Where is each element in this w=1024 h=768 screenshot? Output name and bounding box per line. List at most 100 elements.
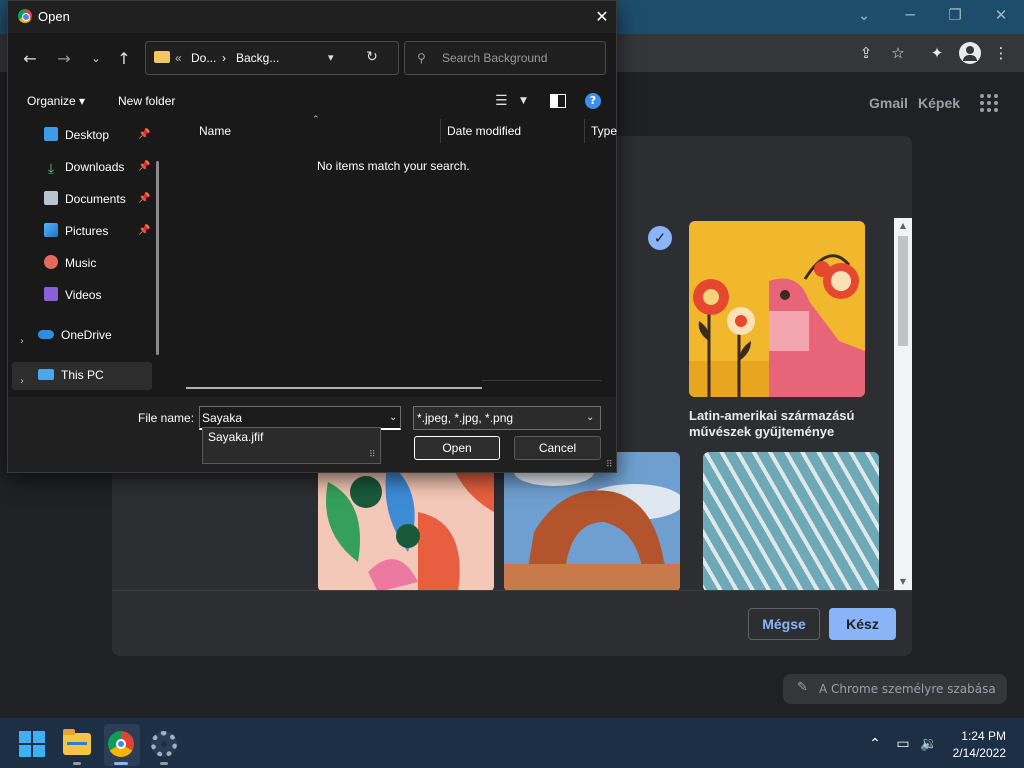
file-explorer-icon[interactable] (63, 729, 91, 755)
scroll-up-icon[interactable]: ▲ (894, 218, 912, 234)
minimize-icon[interactable]: ─ (896, 4, 924, 26)
extensions-icon[interactable]: ✦ (926, 43, 948, 63)
modal-divider (112, 590, 912, 591)
this-pc-label-row: This PC (38, 364, 104, 386)
gmail-link[interactable]: Gmail (869, 95, 908, 111)
empty-results-message: No items match your search. (317, 159, 470, 173)
chrome-menu-icon[interactable]: ⋮ (990, 43, 1012, 63)
nav-item-documents[interactable]: Documents 📌 (44, 188, 150, 210)
selected-checkmark-icon: ✓ (648, 226, 672, 250)
breadcrumb-background[interactable]: Backg... (236, 51, 279, 65)
file-type-value: *.jpeg, *.jpg, *.png (417, 411, 514, 425)
nav-item-desktop[interactable]: Desktop 📌 (44, 124, 150, 146)
open-file-dialog: Open ✕ ← → ⌄ ↑ « Do... › Backg... ▾ ↻ ⚲ … (7, 0, 617, 473)
dialog-titlebar (8, 1, 616, 33)
nav-item-music[interactable]: Music (44, 252, 96, 274)
pin-icon: 📌 (138, 225, 151, 236)
nav-item-videos[interactable]: Videos (44, 284, 101, 306)
column-header-name[interactable]: Name (199, 124, 231, 138)
column-separator[interactable] (584, 119, 585, 143)
back-arrow-icon[interactable]: ← (20, 49, 40, 69)
document-icon (44, 191, 58, 205)
restore-icon[interactable]: ❐ (941, 4, 969, 26)
file-list-divider (482, 380, 602, 381)
breadcrumb-overflow[interactable]: « (175, 51, 182, 65)
share-icon[interactable]: ⇪ (855, 43, 877, 63)
autocomplete-suggestion[interactable]: Sayaka.jfif (208, 430, 263, 444)
address-dropdown-icon[interactable]: ▾ (328, 51, 334, 64)
new-folder-button[interactable]: New folder (118, 94, 175, 108)
desktop-icon (44, 127, 58, 141)
chrome-taskbar-icon[interactable] (108, 731, 134, 757)
cancel-button[interactable]: Cancel (514, 436, 601, 460)
search-icon: ⚲ (417, 51, 426, 65)
refresh-icon[interactable]: ↻ (363, 48, 381, 66)
onedrive-expander-icon[interactable]: › (20, 329, 24, 348)
latin-art-thumbnail[interactable] (689, 221, 865, 397)
close-icon[interactable]: ✕ (590, 5, 614, 29)
column-header-date-modified[interactable]: Date modified (447, 124, 521, 138)
this-pc-expander-icon[interactable]: › (20, 369, 24, 388)
glass-facade-thumbnail[interactable] (703, 452, 879, 590)
window-close-icon[interactable]: ✕ (987, 4, 1015, 26)
images-link[interactable]: Képek (918, 95, 960, 111)
folder-icon (154, 51, 170, 63)
sort-ascending-icon: ⌃ (312, 115, 320, 125)
chrome-done-button[interactable]: Kész (829, 608, 896, 640)
preview-pane-icon[interactable] (550, 94, 566, 108)
network-icon[interactable]: ▭ (894, 736, 912, 752)
start-windows-icon[interactable] (19, 731, 45, 757)
chrome-active-indicator (114, 762, 128, 765)
open-button[interactable]: Open (414, 436, 500, 460)
up-arrow-icon[interactable]: ↑ (114, 49, 134, 69)
music-icon (44, 255, 58, 269)
organize-menu[interactable]: Organize ▾ (27, 94, 85, 108)
videos-icon (44, 287, 58, 301)
file-list-horizontal-scrollbar[interactable] (186, 387, 482, 389)
column-header-type[interactable]: Type (591, 124, 617, 138)
download-icon: ⤓ (47, 160, 55, 176)
column-separator[interactable] (440, 119, 441, 143)
settings-gear-icon[interactable] (151, 731, 177, 757)
file-type-dropdown-icon[interactable]: ⌄ (586, 412, 594, 423)
customize-chrome-chip[interactable]: A Chrome személyre szabása (783, 674, 1007, 704)
file-name-dropdown-icon[interactable]: ⌄ (389, 412, 397, 423)
latin-art-caption: Latin-amerikai származású művészek gyűjt… (689, 408, 855, 439)
dialog-resize-grip-icon[interactable]: ⠿ (606, 460, 613, 470)
view-options-icon[interactable]: ☰ (495, 93, 511, 109)
search-input[interactable] (442, 50, 592, 66)
chrome-logo-icon (18, 9, 32, 23)
bookmark-star-icon[interactable]: ☆ (887, 43, 909, 63)
file-name-label: File name: (138, 411, 195, 425)
modal-scroll-thumb[interactable] (898, 236, 908, 346)
tray-overflow-chevron-icon[interactable]: ⌃ (866, 736, 884, 752)
settings-running-indicator (160, 762, 168, 765)
view-dropdown-icon[interactable]: ▼ (520, 96, 527, 106)
pencil-icon: ✎ (797, 680, 808, 695)
nav-item-onedrive[interactable]: OneDrive (38, 324, 112, 346)
pin-icon: 📌 (138, 161, 151, 172)
tab-search-icon[interactable]: ⌄ (850, 4, 878, 26)
recent-locations-chevron-icon[interactable]: ⌄ (86, 49, 106, 69)
computer-icon (38, 369, 54, 380)
cloud-icon (38, 330, 54, 339)
chrome-cancel-button[interactable]: Mégse (748, 608, 820, 640)
file-name-input[interactable] (202, 410, 372, 426)
breadcrumb-documents[interactable]: Do... (191, 51, 216, 65)
pin-icon: 📌 (138, 193, 151, 204)
file-explorer-running-indicator (73, 762, 81, 765)
resize-grip-icon[interactable]: ⠿ (369, 450, 376, 460)
clock-date[interactable]: 2/14/2022 (950, 746, 1006, 760)
help-icon[interactable]: ? (585, 93, 601, 109)
scroll-down-icon[interactable]: ▼ (894, 574, 912, 590)
nav-item-downloads[interactable]: ⤓ Downloads 📌 (44, 156, 151, 178)
pictures-icon (44, 223, 58, 237)
profile-avatar-icon[interactable] (959, 42, 981, 64)
navigation-pane-scrollbar[interactable] (156, 161, 159, 355)
clock-time[interactable]: 1:24 PM (952, 729, 1006, 743)
forward-arrow-icon[interactable]: → (54, 49, 74, 69)
flower-bird-illustration (689, 254, 865, 397)
volume-icon[interactable]: 🔉 (920, 736, 938, 752)
nav-item-pictures[interactable]: Pictures 📌 (44, 220, 150, 242)
google-apps-icon[interactable] (980, 94, 1000, 112)
